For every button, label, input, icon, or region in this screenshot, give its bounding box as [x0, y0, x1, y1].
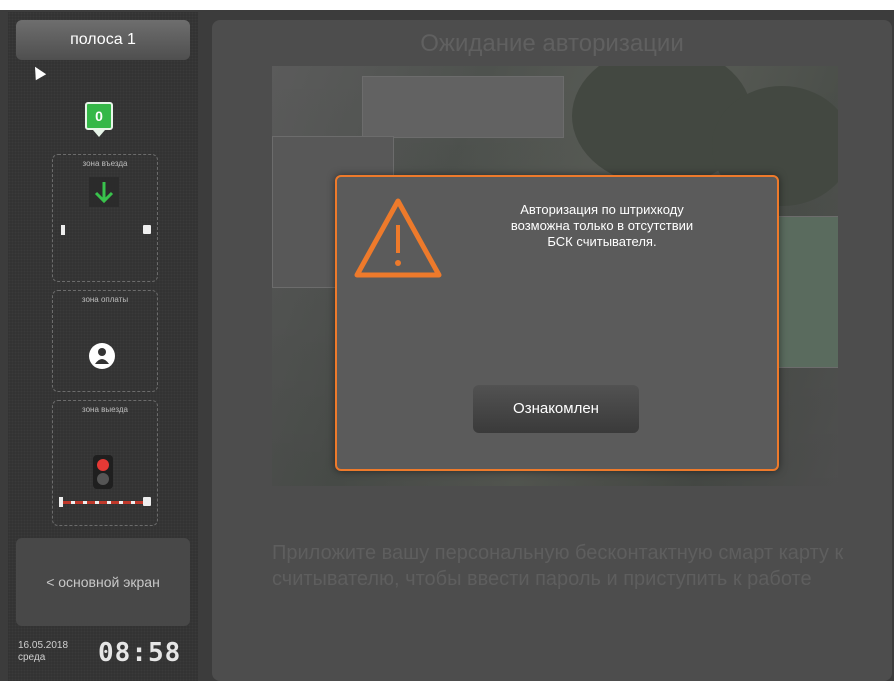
dialog-message: Авторизация по штрихкоду возможна только…: [510, 202, 694, 249]
person-icon: [89, 343, 115, 369]
traffic-light-off: [97, 473, 109, 485]
barrier-post-left: [61, 225, 65, 235]
arrow-down-icon: [89, 177, 119, 207]
clock: 08:58: [98, 638, 182, 668]
zone-payment-label: зона оплаты: [81, 295, 129, 304]
traffic-light-red: [97, 459, 109, 471]
zone-entry-label: зона въезда: [82, 159, 128, 168]
counter-badge-pointer: [93, 130, 105, 137]
top-strip: [0, 0, 894, 10]
date-block: 16.05.2018 среда: [18, 640, 68, 664]
sidebar: полоса 1 0 зона въезда зона оплаты зона …: [8, 12, 198, 681]
zone-payment: зона оплаты: [52, 290, 158, 392]
warning-icon: [353, 197, 443, 284]
lock-icon: [143, 225, 151, 234]
acknowledge-button[interactable]: Ознакомлен: [473, 385, 639, 433]
lock-icon: [143, 497, 151, 506]
traffic-light-icon: [93, 455, 113, 489]
camera-building: [362, 76, 564, 138]
barrier-arm: [63, 501, 143, 504]
date-text: 16.05.2018: [18, 640, 69, 651]
status-title: Ожидание авторизации: [420, 30, 684, 57]
weekday-text: среда: [18, 652, 46, 663]
warning-dialog: Авторизация по штрихкоду возможна только…: [335, 175, 779, 471]
instruction-text: Приложите вашу персональную бесконтактну…: [272, 542, 844, 590]
main-screen-button[interactable]: < основной экран: [16, 538, 190, 626]
lane-select-button[interactable]: полоса 1: [16, 20, 190, 60]
cursor-icon: [29, 63, 47, 81]
zone-exit-label: зона выезда: [82, 405, 128, 414]
vehicle-counter-badge: 0: [85, 102, 113, 130]
zone-entry: зона въезда: [52, 154, 158, 282]
zone-exit: зона выезда: [52, 400, 158, 526]
